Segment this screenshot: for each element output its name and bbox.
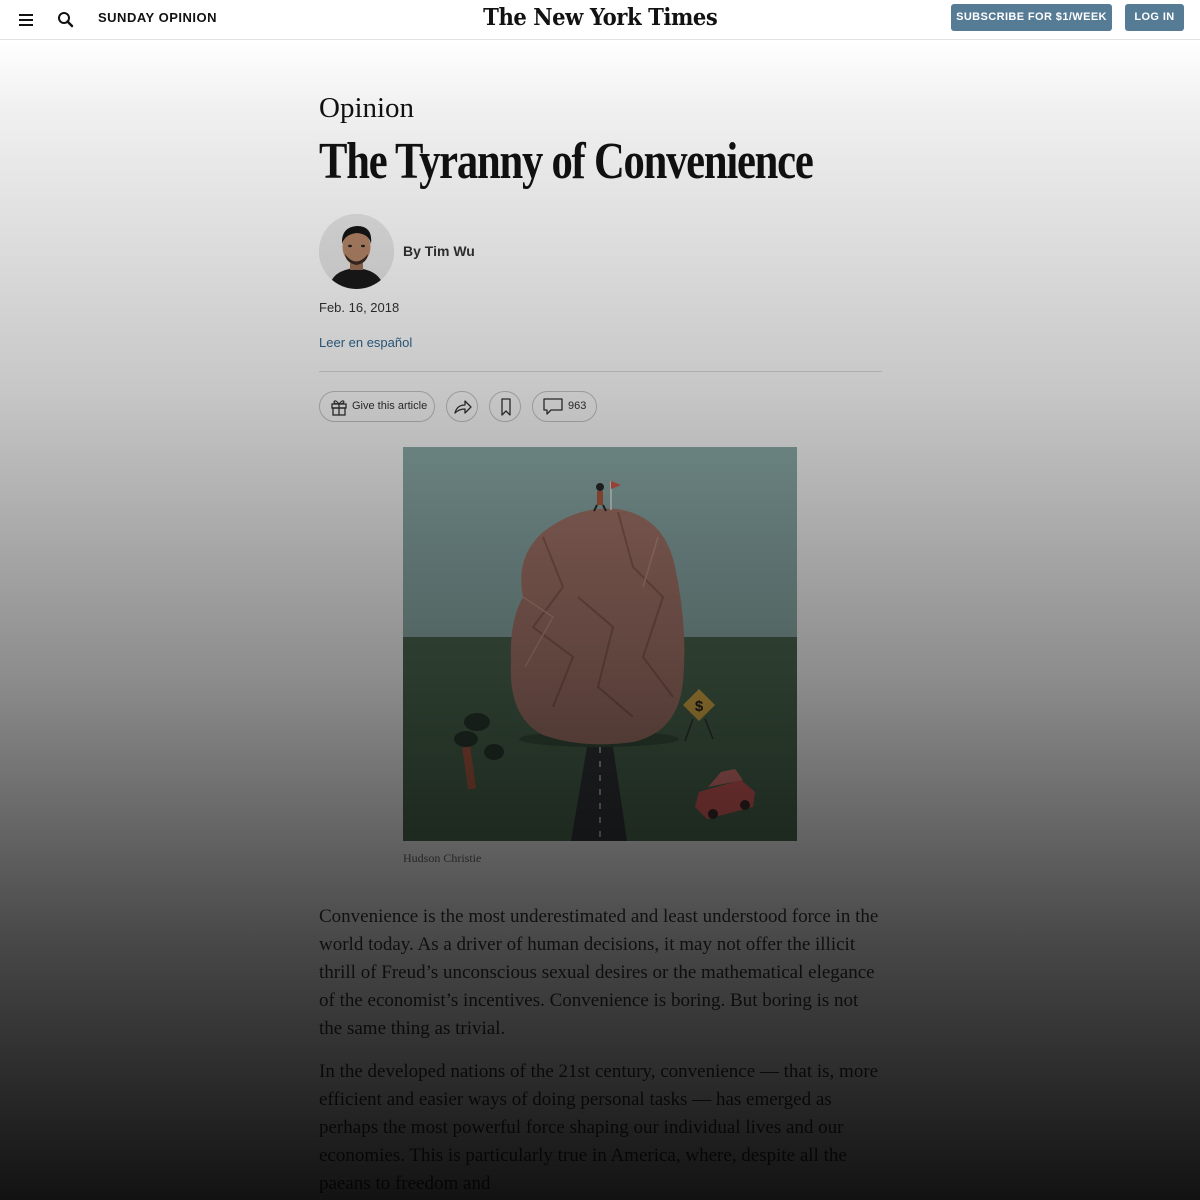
gift-article-label: Give this article xyxy=(352,400,428,412)
login-button[interactable]: LOG IN xyxy=(1125,4,1184,31)
subscribe-button[interactable]: SUBSCRIBE FOR $1/WEEK xyxy=(951,4,1112,31)
divider xyxy=(319,371,882,372)
publish-date: Feb. 16, 2018 xyxy=(319,300,400,315)
comment-icon xyxy=(543,398,563,415)
article-headline: The Tyranny of Convenience xyxy=(319,133,814,190)
share-button[interactable] xyxy=(446,391,478,422)
share-icon xyxy=(454,400,472,414)
bookmark-icon xyxy=(501,398,511,416)
save-button[interactable] xyxy=(489,391,521,422)
gift-icon xyxy=(331,400,347,416)
svg-text:$: $ xyxy=(695,698,704,715)
gift-article-button[interactable]: Give this article xyxy=(319,391,435,422)
top-navigation-bar: SUNDAY OPINION The New York Times SUBSCR… xyxy=(0,0,1200,40)
article-paragraph: In the developed nations of the 21st cen… xyxy=(319,1061,879,1194)
comment-count: 963 xyxy=(568,400,587,412)
article-paragraph: Convenience is the most underestimated a… xyxy=(319,906,879,1039)
author-byline[interactable]: By Tim Wu xyxy=(403,243,475,259)
translation-link[interactable]: Leer en español xyxy=(319,335,412,350)
image-credit: Hudson Christie xyxy=(403,851,482,865)
author-avatar[interactable] xyxy=(319,214,394,289)
article-kicker[interactable]: Opinion xyxy=(319,92,414,125)
comments-button[interactable]: 963 xyxy=(532,391,597,422)
lead-illustration[interactable]: $ xyxy=(403,447,797,841)
